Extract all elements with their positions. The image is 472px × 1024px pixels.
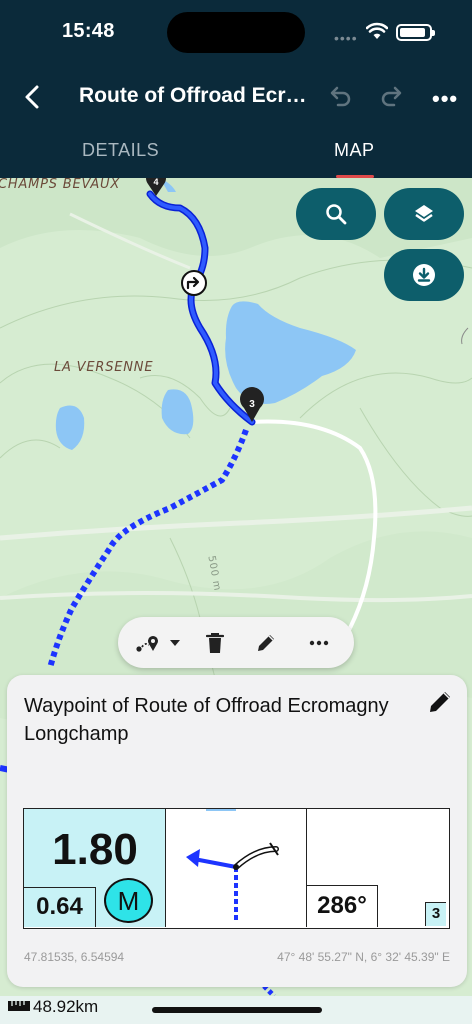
waypoint-title: Waypoint of Route of Offroad Ecromagny L… bbox=[24, 695, 389, 745]
dynamic-island bbox=[167, 12, 305, 53]
coordinates-dms: 47° 48' 55.27" N, 6° 32' 45.39" E bbox=[277, 950, 450, 964]
home-indicator[interactable] bbox=[152, 1007, 322, 1013]
waypoint-card: Waypoint of Route of Offroad Ecromagny L… bbox=[7, 675, 467, 987]
map-download-button[interactable] bbox=[384, 249, 464, 301]
distance-cell: 1.80 0.64 M bbox=[24, 809, 166, 927]
tab-map[interactable]: MAP bbox=[334, 140, 375, 161]
more-icon bbox=[309, 640, 329, 646]
redo-button[interactable] bbox=[378, 84, 406, 110]
map-layers-button[interactable] bbox=[384, 188, 464, 240]
map-place-label: CHAMPS BEVAUX bbox=[0, 178, 121, 192]
undo-button[interactable] bbox=[326, 84, 354, 110]
chevron-down-icon bbox=[170, 640, 180, 646]
distance-sub-value: 0.64 bbox=[24, 887, 96, 927]
route-options-button[interactable] bbox=[134, 630, 182, 656]
map-search-button[interactable] bbox=[296, 188, 376, 240]
edit-title-button[interactable] bbox=[427, 689, 453, 715]
waypoint-toolbar bbox=[118, 617, 354, 668]
waypoint-number-badge: 3 bbox=[425, 902, 446, 926]
ruler-icon bbox=[8, 1001, 30, 1011]
coordinates-decimal: 47.81535, 6.54594 bbox=[24, 950, 125, 964]
distance-value: 1.80 bbox=[52, 825, 138, 874]
trash-icon bbox=[206, 633, 224, 653]
navigation-panel: 1.80 0.64 M 286° 3 bbox=[23, 807, 450, 929]
edit-button[interactable] bbox=[253, 630, 279, 656]
pencil-icon bbox=[258, 635, 274, 651]
delete-button[interactable] bbox=[202, 630, 228, 656]
direction-cell bbox=[166, 807, 307, 927]
layers-icon bbox=[415, 205, 433, 222]
download-icon bbox=[413, 264, 435, 286]
battery-icon bbox=[396, 24, 435, 41]
bearing-value: 286° bbox=[307, 885, 378, 927]
more-options-button[interactable]: ••• bbox=[432, 86, 458, 112]
waypoint-3-label[interactable]: 3 bbox=[249, 399, 255, 410]
scale-distance: 48.92km bbox=[33, 997, 99, 1016]
route-points-icon bbox=[136, 636, 158, 652]
route-direction-icon bbox=[186, 807, 279, 921]
bottom-bar: 48.92km bbox=[0, 996, 472, 1024]
waypoint-4-label[interactable]: 4 bbox=[153, 178, 158, 187]
back-button[interactable] bbox=[18, 80, 48, 114]
status-time: 15:48 bbox=[62, 20, 115, 42]
bearing-cell: 286° 3 bbox=[307, 809, 448, 927]
page-title: Route of Offroad Ecr… bbox=[79, 84, 307, 107]
wifi-icon bbox=[366, 22, 388, 39]
app-header: 15:48 •••• Route of Offroad Ecr… ••• DET… bbox=[0, 0, 472, 178]
search-icon bbox=[326, 204, 347, 225]
more-actions-button[interactable] bbox=[306, 630, 332, 656]
unit-badge[interactable]: M bbox=[104, 878, 153, 923]
map-place-label: LA VERSENNE bbox=[54, 360, 154, 375]
signal-icon: •••• bbox=[334, 30, 358, 46]
tab-details[interactable]: DETAILS bbox=[82, 140, 159, 161]
